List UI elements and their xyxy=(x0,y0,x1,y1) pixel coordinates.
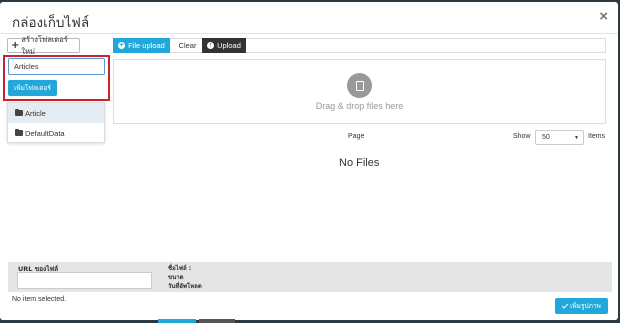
upload-button[interactable]: ↑ Upload xyxy=(202,38,246,53)
upload-toolbar: + File upload Clear ↑ Upload xyxy=(113,38,606,53)
file-url-input[interactable] xyxy=(17,272,152,289)
upload-label: Upload xyxy=(217,41,241,50)
items-per-page-value: 50 xyxy=(542,134,550,141)
upload-circle-icon: ↑ xyxy=(207,42,215,49)
items-per-page-select[interactable]: 50 ▼ xyxy=(535,130,584,145)
dialog-title: กล่องเก็บไฟล์ xyxy=(12,15,90,31)
folder-name-input[interactable] xyxy=(8,58,105,75)
add-folder-button[interactable]: เพิ่มโฟลเดอร์ xyxy=(8,80,57,96)
new-folder-label: สร้างโฟลเดอร์ใหม่ xyxy=(21,34,68,56)
file-icon xyxy=(347,73,372,98)
plus-icon: + xyxy=(11,39,20,51)
selection-status: No item selected. xyxy=(12,296,67,303)
caret-down-icon: ▼ xyxy=(574,135,579,141)
file-upload-button[interactable]: + File upload xyxy=(113,38,170,53)
drop-zone[interactable]: Drag & drop files here xyxy=(113,59,606,124)
folder-open-icon xyxy=(15,108,23,116)
empty-file-list-text: No Files xyxy=(339,157,380,169)
upload-date-label: วันที่อัพโหลด xyxy=(168,283,202,290)
background-button-fragment xyxy=(158,319,196,323)
folder-item-defaultdata[interactable]: DefaultData xyxy=(8,123,104,143)
page-label: Page xyxy=(348,133,365,140)
drop-zone-text: Drag & drop files here xyxy=(315,101,404,111)
file-details-panel: URL ของไฟล์ ชื่อไฟล์ : ขนาด วันที่อัพโหล… xyxy=(8,262,612,292)
background-button-fragment xyxy=(199,319,235,323)
add-image-button[interactable]: เพิ่มรูปภาพ xyxy=(555,298,608,314)
folder-item-label: Article xyxy=(25,108,46,118)
close-icon[interactable]: × xyxy=(599,8,608,25)
header-divider xyxy=(0,33,618,34)
show-label: Show xyxy=(513,133,531,140)
folder-tree: Article DefaultData xyxy=(7,102,105,143)
folder-item-article[interactable]: Article xyxy=(8,103,104,123)
check-icon xyxy=(561,301,569,309)
file-manager-dialog: กล่องเก็บไฟล์ × + สร้างโฟลเดอร์ใหม่ เพิ่… xyxy=(0,2,618,320)
clear-label: Clear xyxy=(178,41,197,50)
items-label: Items xyxy=(588,133,606,140)
folder-item-label: DefaultData xyxy=(25,128,65,138)
add-image-label: เพิ่มรูปภาพ xyxy=(570,302,601,310)
folder-icon xyxy=(15,128,23,136)
new-folder-button[interactable]: + สร้างโฟลเดอร์ใหม่ xyxy=(7,35,80,56)
file-upload-label: File upload xyxy=(128,41,165,50)
plus-circle-icon: + xyxy=(118,42,126,49)
clear-button[interactable]: Clear xyxy=(172,38,203,53)
